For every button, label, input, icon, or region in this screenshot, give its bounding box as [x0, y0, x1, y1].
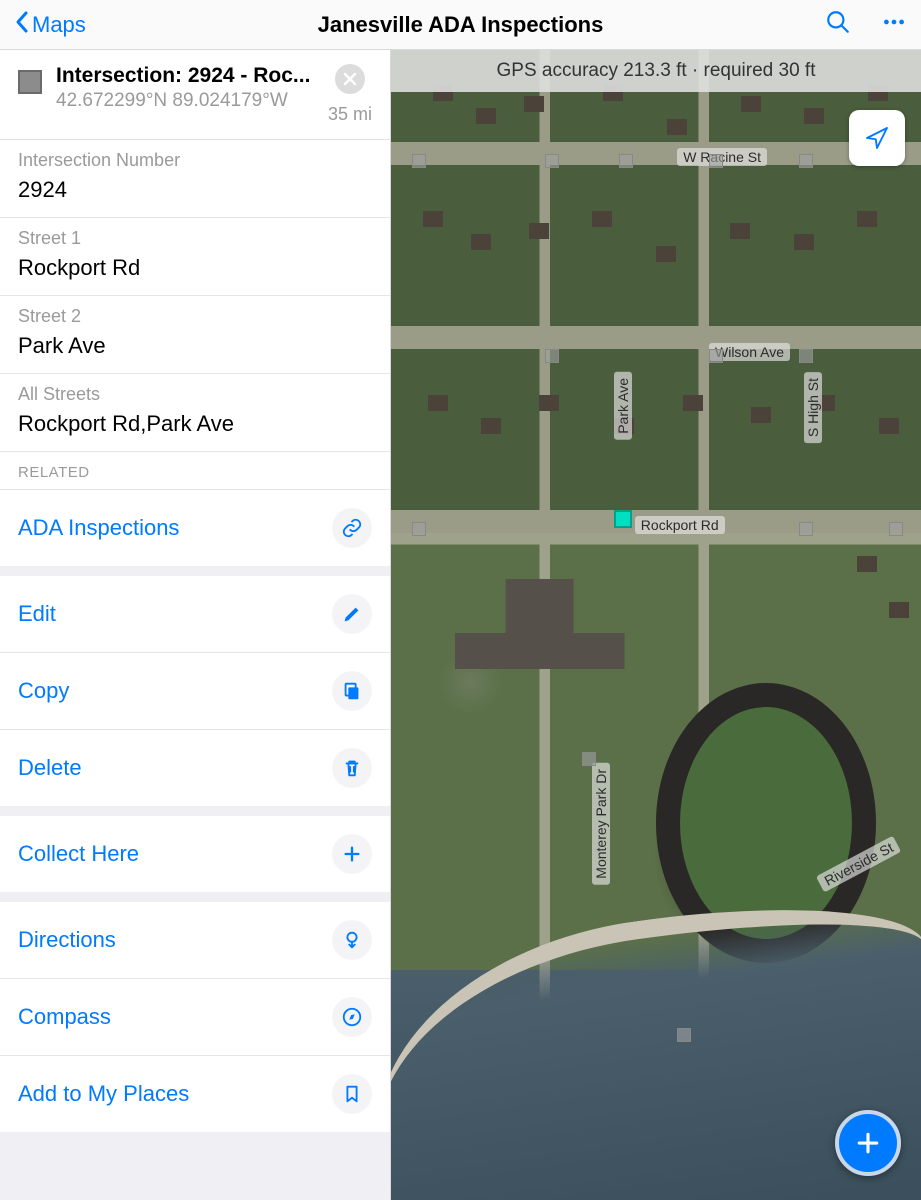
copy-button[interactable]: Copy: [0, 653, 390, 730]
search-button[interactable]: [825, 9, 851, 40]
field-all-streets: All Streets Rockport Rd,Park Ave: [0, 374, 390, 452]
pencil-icon: [332, 594, 372, 634]
copy-icon: [332, 671, 372, 711]
map-marker[interactable]: [545, 154, 559, 168]
app-header: Maps Janesville ADA Inspections: [0, 0, 921, 50]
action-label: Compass: [18, 1004, 111, 1030]
field-label: Street 2: [18, 306, 372, 327]
feature-coordinates: 42.672299°N 89.024179°W: [56, 90, 314, 112]
field-value: Rockport Rd,Park Ave: [18, 411, 372, 437]
street-label-park: Park Ave: [614, 372, 632, 440]
field-label: Intersection Number: [18, 150, 372, 171]
map-marker[interactable]: [889, 522, 903, 536]
page-title: Janesville ADA Inspections: [318, 12, 604, 38]
map-marker[interactable]: [799, 154, 813, 168]
feature-panel: Intersection: 2924 - Roc... 42.672299°N …: [0, 50, 391, 1200]
feature-distance: 35 mi: [328, 104, 372, 125]
action-label: Add to My Places: [18, 1081, 189, 1107]
action-label: Edit: [18, 601, 56, 627]
related-ada-inspections[interactable]: ADA Inspections: [0, 490, 390, 566]
action-label: Directions: [18, 927, 116, 953]
bookmark-icon: [332, 1074, 372, 1114]
action-label: Collect Here: [18, 841, 139, 867]
map-marker[interactable]: [677, 1028, 691, 1042]
trash-icon: [332, 748, 372, 788]
ellipsis-icon: [881, 9, 907, 35]
add-to-places-button[interactable]: Add to My Places: [0, 1056, 390, 1132]
directions-button[interactable]: Directions: [0, 902, 390, 979]
field-value: Rockport Rd: [18, 255, 372, 281]
map-marker[interactable]: [619, 154, 633, 168]
field-label: All Streets: [18, 384, 372, 405]
map-marker[interactable]: [799, 522, 813, 536]
map-marker[interactable]: [799, 349, 813, 363]
location-arrow-icon: [862, 123, 892, 153]
street-label-rockport: Rockport Rd: [635, 516, 725, 534]
action-label: Copy: [18, 678, 69, 704]
compass-button[interactable]: Compass: [0, 979, 390, 1056]
map-view[interactable]: W Racine St Wilson Ave Rockport Rd Park …: [391, 50, 921, 1200]
map-marker[interactable]: [545, 349, 559, 363]
street-label-monterey: Monterey Park Dr: [592, 763, 610, 885]
related-label: ADA Inspections: [18, 515, 179, 541]
related-header: RELATED: [0, 452, 390, 490]
field-street-1: Street 1 Rockport Rd: [0, 218, 390, 296]
map-marker[interactable]: [709, 349, 723, 363]
search-icon: [825, 9, 851, 35]
close-button[interactable]: [335, 64, 365, 94]
feature-symbol-icon: [18, 70, 42, 94]
back-label: Maps: [32, 12, 86, 38]
gps-accuracy-banner: GPS accuracy 213.3 ft · required 30 ft: [391, 50, 921, 92]
close-icon: [343, 72, 357, 86]
field-label: Street 1: [18, 228, 372, 249]
field-value: 2924: [18, 177, 372, 203]
field-street-2: Street 2 Park Ave: [0, 296, 390, 374]
map-marker[interactable]: [412, 522, 426, 536]
map-marker[interactable]: [709, 154, 723, 168]
edit-button[interactable]: Edit: [0, 576, 390, 653]
street-label-shigh: S High St: [804, 372, 822, 443]
directions-icon: [332, 920, 372, 960]
collect-here-button[interactable]: Collect Here: [0, 816, 390, 892]
map-marker[interactable]: [412, 154, 426, 168]
field-intersection-number: Intersection Number 2924: [0, 140, 390, 218]
add-feature-fab[interactable]: [835, 1110, 901, 1176]
more-button[interactable]: [881, 9, 907, 40]
plus-icon: [853, 1128, 883, 1158]
feature-header: Intersection: 2924 - Roc... 42.672299°N …: [0, 50, 390, 140]
field-value: Park Ave: [18, 333, 372, 359]
map-marker[interactable]: [582, 752, 596, 766]
locate-button[interactable]: [849, 110, 905, 166]
map-marker-selected[interactable]: [614, 510, 632, 528]
action-label: Delete: [18, 755, 82, 781]
plus-icon: [332, 834, 372, 874]
feature-title: Intersection: 2924 - Roc...: [56, 64, 314, 88]
compass-icon: [332, 997, 372, 1037]
back-button[interactable]: Maps: [14, 10, 86, 40]
delete-button[interactable]: Delete: [0, 730, 390, 806]
chevron-left-icon: [14, 10, 30, 40]
link-icon: [332, 508, 372, 548]
